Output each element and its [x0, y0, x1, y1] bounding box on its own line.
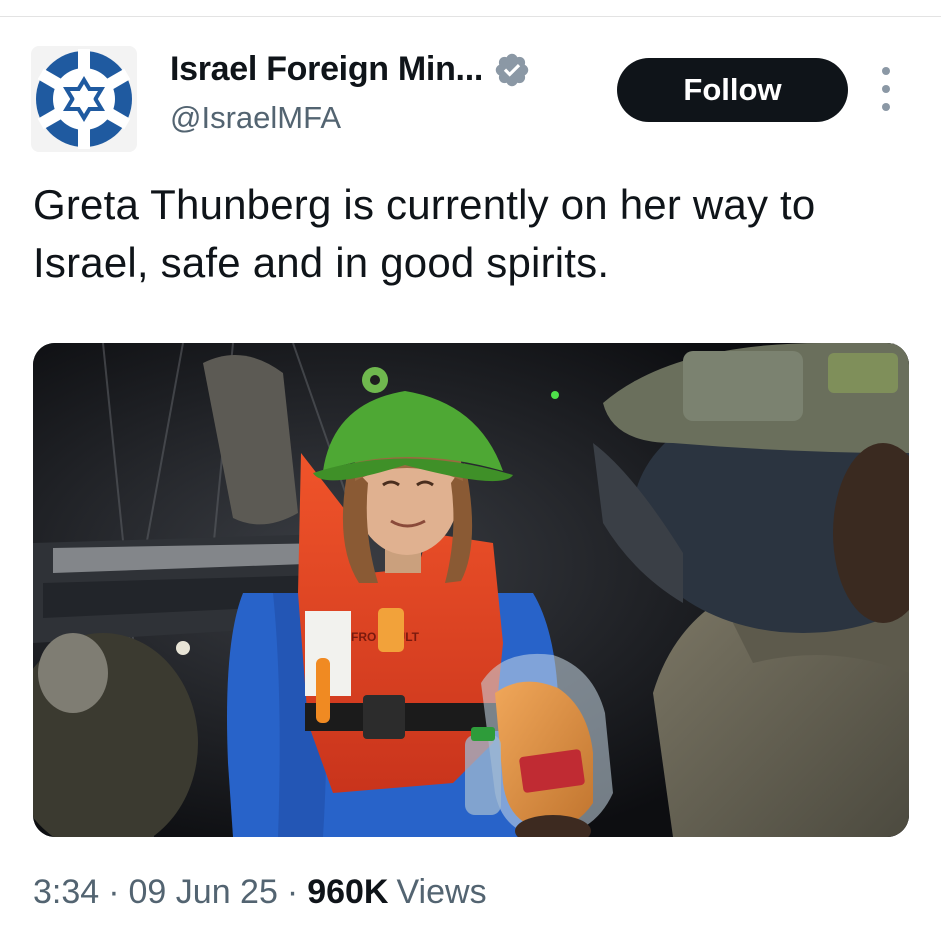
views-count: 960K: [307, 873, 389, 911]
tweet-time[interactable]: 3:34: [33, 873, 99, 912]
follow-button[interactable]: Follow: [617, 58, 848, 122]
tweet-text: Greta Thunberg is currently on her way t…: [33, 181, 816, 286]
tweet-meta: 3:34 · 09 Jun 25 · 960K Views: [33, 873, 487, 912]
more-options-icon[interactable]: [872, 67, 900, 111]
photo-scene: FRO ADULT: [33, 343, 909, 837]
account-name-row[interactable]: Israel Foreign Min...: [170, 50, 531, 89]
more-dot: [882, 67, 890, 75]
top-divider: [0, 0, 941, 17]
israel-mfa-logo-icon: [36, 49, 132, 149]
account-handle[interactable]: @IsraelMFA: [170, 100, 341, 136]
avatar[interactable]: [31, 46, 137, 152]
meta-separator: ·: [108, 873, 120, 911]
more-dot: [882, 103, 890, 111]
tweet-date[interactable]: 09 Jun 25: [129, 873, 278, 912]
more-dot: [882, 85, 890, 93]
meta-separator: ·: [286, 873, 299, 911]
views-label: Views: [396, 873, 487, 911]
tweet-photo[interactable]: FRO ADULT: [33, 343, 909, 837]
verified-badge-icon: [495, 53, 529, 86]
display-name[interactable]: Israel Foreign Min...: [170, 50, 483, 89]
